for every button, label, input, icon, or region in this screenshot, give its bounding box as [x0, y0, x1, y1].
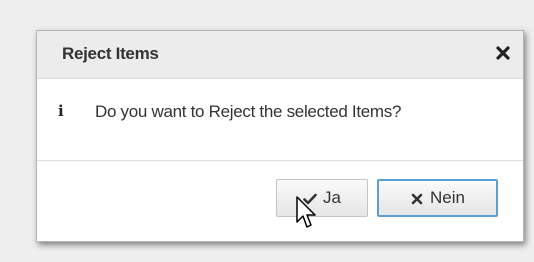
- reject-items-dialog: Reject Items i Do you want to Reject the…: [36, 30, 524, 242]
- no-button-label: Nein: [430, 188, 465, 207]
- dialog-body: i Do you want to Reject the selected Ite…: [37, 79, 523, 161]
- mouse-pointer-icon: [295, 196, 317, 230]
- info-icon: i: [58, 102, 64, 120]
- no-button[interactable]: Nein: [377, 179, 498, 217]
- dialog-footer: Ja Nein: [37, 161, 523, 241]
- close-icon[interactable]: [493, 43, 513, 63]
- dialog-title: Reject Items: [62, 44, 159, 63]
- x-icon: [410, 191, 424, 205]
- yes-button-label: Ja: [323, 188, 341, 207]
- dialog-message: Do you want to Reject the selected Items…: [95, 102, 402, 121]
- yes-button[interactable]: Ja: [276, 179, 368, 217]
- dialog-header: Reject Items: [37, 31, 523, 79]
